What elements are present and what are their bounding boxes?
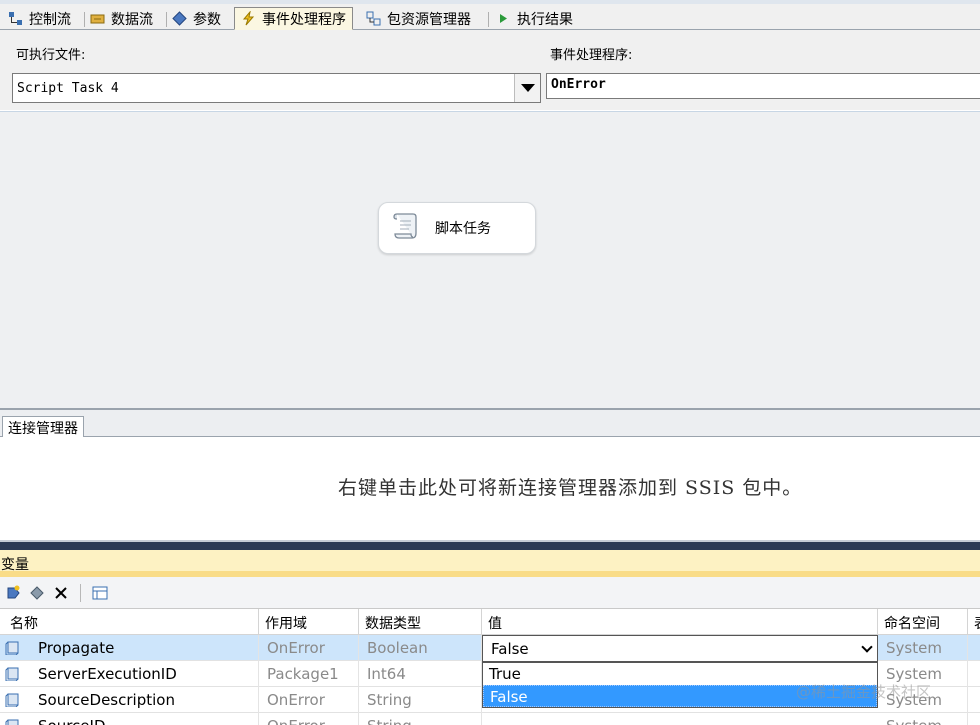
- executable-dropdown-button[interactable]: [514, 74, 540, 102]
- event-handler-label: 事件处理程序:: [550, 48, 633, 63]
- package-explorer-icon: [366, 11, 381, 26]
- variables-toolbar: [0, 577, 980, 608]
- tab-separator: [488, 12, 489, 27]
- chevron-down-icon: [861, 640, 873, 653]
- column-header-type[interactable]: 数据类型: [359, 609, 482, 635]
- executable-combo[interactable]: Script Task 4: [12, 73, 541, 103]
- tab-label: 数据流: [111, 11, 153, 28]
- watermark: @稀土掘金技术社区: [796, 683, 932, 701]
- variable-icon: [5, 640, 21, 656]
- grid-options-icon[interactable]: [91, 584, 109, 602]
- script-task-node[interactable]: 脚本任务: [378, 202, 536, 254]
- column-header-scope[interactable]: 作用域: [259, 609, 359, 635]
- variable-namespace: System: [878, 713, 968, 725]
- tab-connection-managers[interactable]: 连接管理器: [2, 416, 84, 439]
- connection-managers-tabbar: 连接管理器: [0, 408, 980, 439]
- variables-title: 变量: [0, 550, 980, 577]
- tab-execution-results[interactable]: 执行结果: [490, 7, 579, 30]
- tab-package-explorer[interactable]: 包资源管理器: [360, 7, 477, 30]
- tab-label: 包资源管理器: [387, 11, 471, 28]
- event-handler-combo[interactable]: OnError: [546, 73, 980, 99]
- control-flow-icon: [8, 11, 23, 26]
- variable-namespace: System: [878, 635, 968, 661]
- executable-label: 可执行文件:: [16, 48, 86, 63]
- variable-scope: Package1: [259, 661, 359, 687]
- tab-data-flow[interactable]: 数据流: [84, 7, 159, 30]
- design-surface[interactable]: 脚本任务: [0, 111, 980, 408]
- connection-managers-area[interactable]: 右键单击此处可将新连接管理器添加到 SSIS 包中。: [0, 437, 980, 540]
- tab-parameters[interactable]: 参数: [166, 7, 227, 30]
- tab-label: 控制流: [29, 11, 71, 28]
- column-header-expression[interactable]: 表: [968, 609, 980, 635]
- event-handler-value: OnError: [551, 77, 606, 92]
- delete-icon[interactable]: [52, 584, 70, 602]
- pane-splitter[interactable]: [0, 540, 980, 550]
- column-header-name[interactable]: 名称: [0, 609, 259, 635]
- variable-name: SourceDescription: [30, 687, 259, 713]
- parameters-icon: [172, 11, 187, 26]
- column-header-namespace[interactable]: 命名空间: [878, 609, 968, 635]
- toolbar-separator: [80, 583, 81, 602]
- data-flow-icon: [90, 11, 105, 26]
- variable-type: String: [359, 687, 482, 713]
- triangle-down-icon: [520, 84, 535, 92]
- play-arrow-icon: [496, 11, 511, 26]
- tab-event-handlers[interactable]: 事件处理程序: [234, 7, 353, 30]
- designer-tab-bar: 控制流 数据流 参数 事件处理程序 包资源管理器 执行结果: [0, 0, 980, 30]
- lightning-icon: [241, 10, 256, 26]
- variable-name: SourceID: [30, 713, 259, 725]
- variable-scope: OnError: [259, 713, 359, 725]
- tab-label: 事件处理程序: [262, 11, 346, 28]
- variable-name: Propagate: [30, 635, 259, 661]
- tab-label: 执行结果: [517, 11, 573, 28]
- value-dropdown[interactable]: False: [482, 635, 878, 662]
- value-dropdown-selected: False: [491, 640, 529, 658]
- add-variable-icon[interactable]: [4, 584, 22, 602]
- script-task-label: 脚本任务: [435, 221, 491, 237]
- table-row[interactable]: SourceID OnError String System: [0, 713, 980, 725]
- variable-type: String: [359, 713, 482, 725]
- column-header-value[interactable]: 值: [482, 609, 878, 635]
- event-handler-selector: 可执行文件: Script Task 4 事件处理程序: OnError: [0, 30, 980, 110]
- variable-type: Int64: [359, 661, 482, 687]
- connection-managers-hint: 右键单击此处可将新连接管理器添加到 SSIS 包中。: [338, 477, 803, 499]
- tab-control-flow[interactable]: 控制流: [2, 7, 77, 30]
- executable-value: Script Task 4: [17, 80, 119, 96]
- variable-icon: [5, 718, 21, 725]
- script-scroll-icon: [391, 211, 421, 245]
- variable-scope: OnError: [259, 635, 359, 661]
- variable-type: Boolean: [359, 635, 482, 661]
- tab-label: 参数: [193, 11, 221, 28]
- variable-scope: OnError: [259, 687, 359, 713]
- variable-icon: [5, 666, 21, 682]
- value-dropdown-button[interactable]: [857, 636, 877, 661]
- variable-icon: [5, 692, 21, 708]
- move-variable-icon[interactable]: [28, 584, 46, 602]
- variable-name: ServerExecutionID: [30, 661, 259, 687]
